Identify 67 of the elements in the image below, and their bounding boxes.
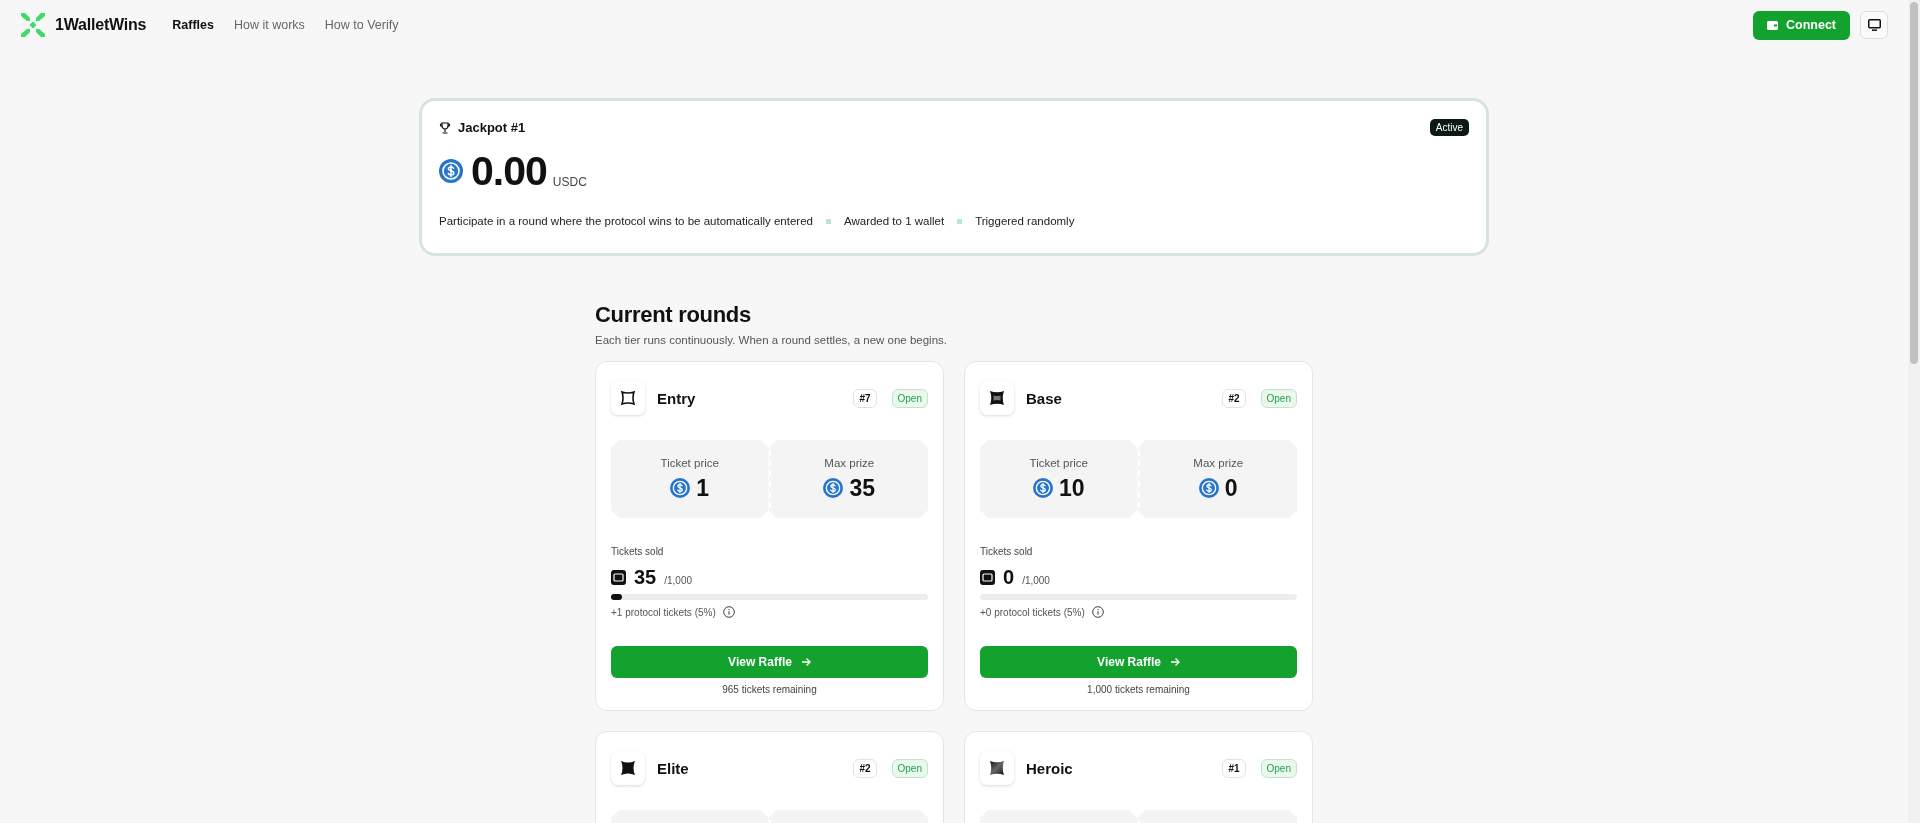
ticket-price: 1	[696, 474, 710, 502]
tickets-remaining: 965 tickets remaining	[721, 684, 818, 695]
tier-name: Elite	[657, 759, 690, 777]
status-badge: Open	[891, 758, 928, 778]
usdc-coin-icon	[439, 159, 463, 183]
tickets-sold-label: Tickets sold	[980, 546, 1034, 557]
usdc-coin-icon	[670, 478, 691, 498]
info-icon[interactable]	[1091, 606, 1104, 618]
display-toggle-button[interactable]	[1860, 11, 1888, 39]
usdc-coin-icon	[823, 478, 844, 498]
stat-label: Max prize	[824, 456, 875, 469]
tickets-total: /1,000	[664, 575, 693, 586]
protocol-tickets-note: +1 protocol tickets (5%)	[611, 606, 716, 618]
view-raffle-button[interactable]: View Raffle	[980, 646, 1297, 678]
feature-text: Awarded to 1 wallet	[843, 215, 945, 227]
brand-name: 1WalletWins	[55, 16, 147, 34]
ticket-icon	[611, 570, 626, 585]
status-badge: Active	[1429, 119, 1469, 136]
section-title: Current rounds	[595, 302, 752, 328]
tier-name: Heroic	[1026, 759, 1074, 777]
stat-label: Ticket price	[1029, 456, 1088, 469]
stat-label: Max prize	[1193, 456, 1244, 469]
arrow-right-icon	[1169, 657, 1180, 667]
scrollbar-thumb[interactable]	[1910, 2, 1918, 364]
tickets-sold-count: 35	[634, 566, 657, 589]
view-raffle-button[interactable]: View Raffle	[611, 646, 928, 678]
round-number: #2	[1222, 388, 1246, 408]
usdc-coin-icon	[1032, 478, 1053, 498]
jackpot-description: Participate in a round where the protocol wins to be automatically entered	[439, 215, 813, 227]
status-badge: Open	[1260, 758, 1297, 778]
monitor-icon	[1867, 19, 1881, 31]
section-subtitle: Each tier runs continuously. When a round settles, a new one begins.	[595, 334, 949, 346]
round-number: #2	[853, 758, 877, 778]
nav-link[interactable]: Raffles	[172, 18, 214, 32]
trophy-icon	[439, 121, 451, 134]
currency-label: USDC	[552, 175, 587, 189]
max-prize: 0	[1224, 474, 1238, 502]
usdc-coin-icon	[1198, 478, 1219, 498]
jackpot-amount: 0.00	[471, 149, 547, 193]
nav-link[interactable]: How to Verify	[324, 18, 399, 32]
tier-name: Base	[1026, 389, 1063, 407]
tickets-remaining: 1,000 tickets remaining	[1086, 684, 1191, 695]
nav-link[interactable]: How it works	[234, 18, 305, 32]
info-icon[interactable]	[722, 606, 735, 618]
tier-icon	[619, 389, 637, 407]
wallet-icon	[1767, 20, 1778, 30]
arrow-right-icon	[800, 657, 811, 667]
max-prize: 35	[849, 474, 876, 502]
tickets-total: /1,000	[1022, 575, 1050, 586]
ticket-price: 10	[1058, 474, 1085, 502]
tier-icon	[988, 389, 1006, 407]
feature-text: Triggered randomly	[975, 215, 1075, 227]
round-number: #7	[853, 388, 877, 408]
tier-icon	[988, 759, 1006, 777]
stat-label: Ticket price	[660, 456, 719, 469]
tier-icon	[619, 759, 637, 777]
jackpot-title: Jackpot #1	[458, 120, 526, 135]
tickets-sold-label: Tickets sold	[611, 546, 665, 557]
status-badge: Open	[1260, 388, 1297, 408]
ticket-icon	[980, 570, 995, 585]
logo-icon	[20, 12, 46, 38]
tier-name: Entry	[657, 389, 697, 407]
protocol-tickets-note: +0 protocol tickets (5%)	[980, 606, 1085, 618]
connect-button[interactable]: Connect	[1753, 10, 1850, 40]
round-number: #1	[1222, 758, 1246, 778]
tickets-sold-count: 0	[1003, 566, 1015, 589]
status-badge: Open	[891, 388, 928, 408]
